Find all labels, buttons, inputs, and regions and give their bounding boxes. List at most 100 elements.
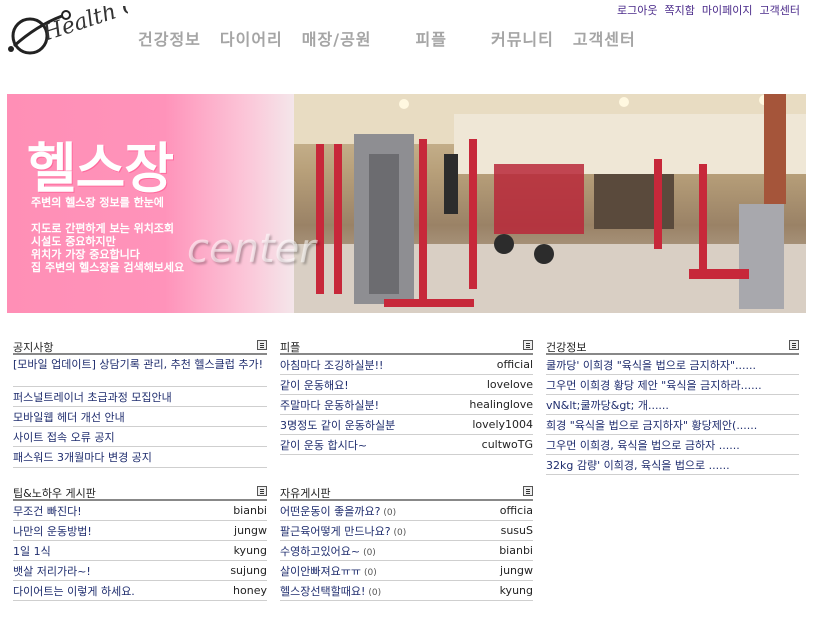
comment-count: (0) [393, 527, 407, 538]
list-item[interactable]: vN&lt;쿨까당&gt; 개...... [546, 395, 799, 415]
tips-more-icon[interactable] [257, 486, 267, 496]
list-item[interactable]: 사이트 접속 오류 공지 [13, 427, 267, 447]
post-writer: jungw [500, 564, 533, 577]
list-item[interactable]: 아침마다 조깅하실분!! official [280, 355, 533, 375]
post-title[interactable]: 32kg 감량' 이희경, 육식을 법으로 ...... [546, 457, 730, 473]
post-title[interactable]: 1일 1식 [13, 543, 51, 559]
logout-link[interactable]: 로그아웃 [617, 2, 657, 18]
health-more-icon[interactable] [789, 340, 799, 350]
list-item[interactable]: 수영하고있어요~ (0) bianbi [280, 541, 533, 561]
post-title[interactable]: 무조건 빠진다! [13, 503, 82, 519]
list-item[interactable]: 그우먼 이희경, 육식을 법으로 금하자 ...... [546, 435, 799, 455]
customer-center-link[interactable]: 고객센터 [760, 2, 800, 18]
site-logo[interactable]: Health Club [6, 0, 176, 62]
post-writer: jungw [234, 524, 267, 537]
list-item[interactable]: 1일 1식 kyung [13, 541, 267, 561]
nav-customer-center[interactable]: 고객센터 [573, 26, 636, 50]
banner-title: 헬스장 [27, 137, 174, 200]
post-title[interactable]: 그우먼 이희경, 육식을 법으로 금하자 ...... [546, 437, 740, 453]
post-title[interactable]: 희경 "육식을 법으로 금지하자" 황당제안(...... [546, 417, 757, 433]
mypage-link[interactable]: 마이페이지 [702, 2, 753, 18]
notice-more-icon[interactable] [257, 340, 267, 350]
post-title[interactable]: 그우먼 이희경 황당 제안 "육식을 금지하라...... [546, 377, 762, 393]
list-item[interactable]: 무조건 빠진다! bianbi [13, 501, 267, 521]
health-board-title: 건강정보 [546, 341, 587, 354]
people-board: 피플 아침마다 조깅하실분!! official 같이 운동해요! lovelove… [280, 339, 533, 455]
health-board-header: 건강정보 [546, 339, 799, 355]
list-item[interactable]: 그우먼 이희경 황당 제안 "육식을 금지하라...... [546, 375, 799, 395]
post-title-text[interactable]: 헬스장선택할때요! [280, 585, 365, 598]
gym-illustration [294, 94, 806, 313]
post-title[interactable]: 살이안빠져요ㅠㅠ (0) [280, 563, 377, 579]
post-title[interactable]: 3명정도 같이 운동하실분 [280, 417, 395, 433]
list-item[interactable]: 나만의 운동방법! jungw [13, 521, 267, 541]
post-title-text[interactable]: 어떤운동이 좋을까요? [280, 505, 380, 518]
banner-desc-line: 시설도 중요하지만 [31, 235, 116, 248]
nav-health-info[interactable]: 건강정보 [138, 26, 201, 50]
gym-photo [294, 94, 806, 313]
list-item[interactable]: 팔근육어떻게 만드나요? (0) susuS [280, 521, 533, 541]
list-item[interactable]: [모바일 업데이트] 상담기록 관리, 추천 헬스클럽 추가! [13, 355, 267, 387]
free-more-icon[interactable] [523, 486, 533, 496]
list-item[interactable]: 퍼스널트레이너 초급과정 모집안내 [13, 387, 267, 407]
list-item[interactable]: 헬스장선택할때요! (0) kyung [280, 581, 533, 601]
list-item[interactable]: 뱃살 저리가라~! sujung [13, 561, 267, 581]
post-title-text[interactable]: 수영하고있어요~ [280, 545, 360, 558]
free-board-header: 자유게시판 [280, 485, 533, 501]
post-writer: sujung [230, 564, 267, 577]
list-item[interactable]: 어떤운동이 좋을까요? (0) officia [280, 501, 533, 521]
comment-count: (0) [363, 567, 377, 578]
hero-banner[interactable]: 헬스장 주변의 헬스장 정보를 한눈에 지도로 간편하게 보는 위치조회 시설도… [7, 94, 806, 313]
post-title[interactable]: 퍼스널트레이너 초급과정 모집안내 [13, 389, 172, 405]
post-title[interactable]: 사이트 접속 오류 공지 [13, 429, 115, 445]
post-title[interactable]: 패스워드 3개월마다 변경 공지 [13, 449, 152, 465]
post-title[interactable]: 아침마다 조깅하실분!! [280, 357, 383, 373]
list-item[interactable]: 같이 운동 합시다~ cultwoTG [280, 435, 533, 455]
list-item[interactable]: 희경 "육식을 법으로 금지하자" 황당제안(...... [546, 415, 799, 435]
post-title[interactable]: 주말마다 운동하실분! [280, 397, 379, 413]
post-title[interactable]: 모바일웹 헤더 개선 안내 [13, 409, 125, 425]
comment-count: (0) [383, 507, 397, 518]
post-title[interactable]: 헬스장선택할때요! (0) [280, 583, 381, 599]
post-title[interactable]: 뱃살 저리가라~! [13, 563, 91, 579]
nav-stores-parks[interactable]: 매장/공원 [302, 26, 372, 50]
comment-count: (0) [368, 587, 382, 598]
list-item[interactable]: 살이안빠져요ㅠㅠ (0) jungw [280, 561, 533, 581]
tips-board-title: 팁&노하우 게시판 [13, 487, 96, 500]
tips-board-header: 팁&노하우 게시판 [13, 485, 267, 501]
nav-people[interactable]: 피플 [416, 26, 447, 50]
notice-board-title: 공지사항 [13, 341, 54, 354]
notice-board-header: 공지사항 [13, 339, 267, 355]
post-title[interactable]: 어떤운동이 좋을까요? (0) [280, 503, 396, 519]
nav-diary[interactable]: 다이어리 [220, 26, 283, 50]
post-title[interactable]: 다이어트는 이렇게 하세요. [13, 583, 135, 599]
post-title-text[interactable]: 살이안빠져요ㅠㅠ [280, 565, 361, 578]
messages-link[interactable]: 쪽지함 [665, 2, 695, 18]
post-title[interactable]: [모바일 업데이트] 상담기록 관리, 추천 헬스클럽 추가! [13, 358, 263, 372]
list-item[interactable]: 패스워드 3개월마다 변경 공지 [13, 447, 267, 468]
post-title-text[interactable]: 팔근육어떻게 만드나요? [280, 525, 391, 538]
nav-community[interactable]: 커뮤니티 [491, 26, 554, 50]
post-title[interactable]: 나만의 운동방법! [13, 523, 92, 539]
post-writer: kyung [233, 544, 267, 557]
list-item[interactable]: 다이어트는 이렇게 하세요. honey [13, 581, 267, 601]
post-title[interactable]: 쿨까당' 이희경 "육식을 법으로 금지하자"...... [546, 357, 756, 373]
top-links: 로그아웃 쪽지함 마이페이지 고객센터 [617, 2, 800, 18]
people-more-icon[interactable] [523, 340, 533, 350]
logo-text: Health Club [39, 6, 128, 47]
post-writer: honey [233, 584, 267, 597]
post-title[interactable]: vN&lt;쿨까당&gt; 개...... [546, 397, 669, 413]
post-title[interactable]: 같이 운동해요! [280, 377, 349, 393]
list-item[interactable]: 쿨까당' 이희경 "육식을 법으로 금지하자"...... [546, 355, 799, 375]
post-title[interactable]: 수영하고있어요~ (0) [280, 543, 376, 559]
list-item[interactable]: 3명정도 같이 운동하실분 lovely1004 [280, 415, 533, 435]
list-item[interactable]: 32kg 감량' 이희경, 육식을 법으로 ...... [546, 455, 799, 475]
post-writer: healinglove [469, 398, 533, 411]
post-title[interactable]: 팔근육어떻게 만드나요? (0) [280, 523, 406, 539]
list-item[interactable]: 주말마다 운동하실분! healinglove [280, 395, 533, 415]
banner-description: 지도로 간편하게 보는 위치조회 시설도 중요하지만 위치가 가장 중요합니다 … [31, 222, 184, 274]
banner-subtitle: 주변의 헬스장 정보를 한눈에 [31, 196, 164, 209]
post-title[interactable]: 같이 운동 합시다~ [280, 437, 367, 453]
list-item[interactable]: 모바일웹 헤더 개선 안내 [13, 407, 267, 427]
list-item[interactable]: 같이 운동해요! lovelove [280, 375, 533, 395]
